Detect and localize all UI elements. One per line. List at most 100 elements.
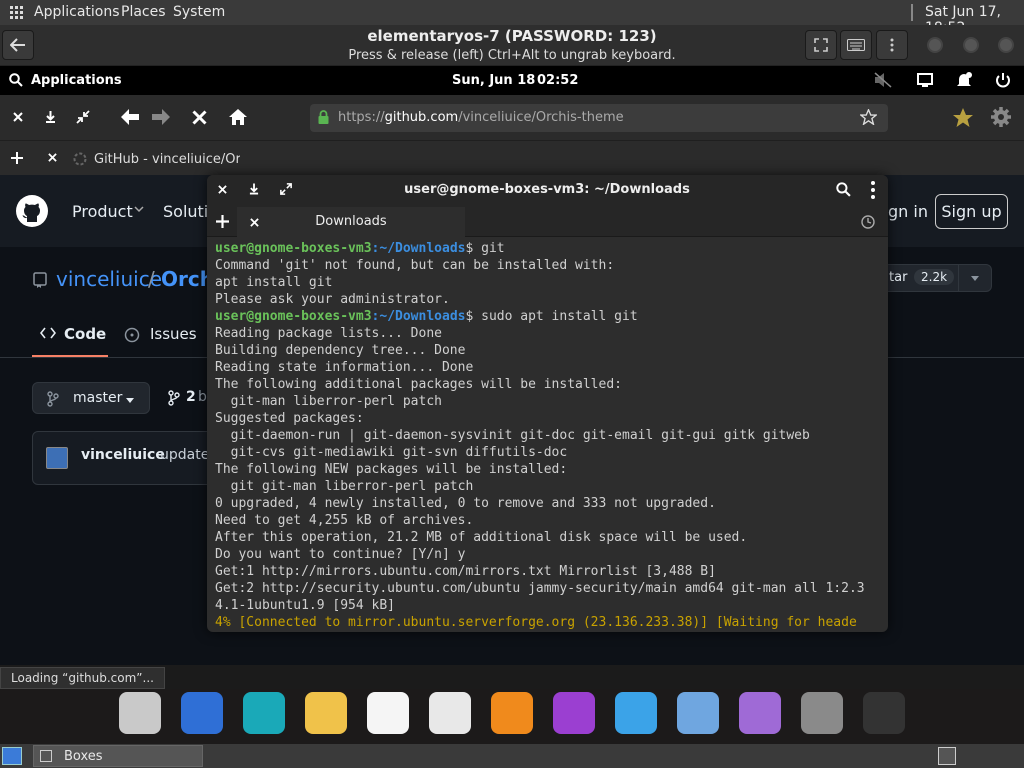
terminal-line: git-man liberror-perl patch: [215, 394, 442, 409]
notifications-icon[interactable]: [955, 71, 973, 89]
terminal-line: 4% [Connected to mirror.ubuntu.serverfor…: [215, 615, 857, 630]
close-icon[interactable]: [218, 185, 227, 194]
guest-applications-menu[interactable]: Applications: [31, 73, 122, 88]
search-icon[interactable]: [836, 182, 851, 197]
taskbar-item-boxes[interactable]: Boxes: [33, 745, 203, 767]
back-icon[interactable]: [120, 108, 140, 126]
history-icon[interactable]: [861, 215, 875, 229]
unfullscreen-icon[interactable]: [76, 110, 90, 124]
more-vertical-icon[interactable]: [871, 181, 875, 199]
dock-tasks-icon[interactable]: [367, 692, 409, 734]
dock-music-icon[interactable]: [491, 692, 533, 734]
minimize-button[interactable]: [927, 37, 943, 53]
dock-photos-icon[interactable]: [615, 692, 657, 734]
dock-videos-icon[interactable]: [553, 692, 595, 734]
dock-files-icon[interactable]: [119, 692, 161, 734]
prompt-path: :~/Downloads: [371, 309, 466, 324]
dock-settings-icon[interactable]: [677, 692, 719, 734]
sign-in-link[interactable]: gn in: [888, 202, 928, 221]
maximize-button[interactable]: [963, 37, 979, 53]
url-path: /vinceliuice/Orchis-theme: [458, 110, 624, 125]
code-icon: [40, 327, 56, 339]
download-icon[interactable]: [249, 183, 259, 195]
terminal-line: Need to get 4,255 kB of archives.: [215, 513, 474, 528]
taskbar-item-label: Boxes: [64, 749, 103, 764]
url-host: github.com: [384, 110, 459, 125]
download-icon[interactable]: [45, 111, 56, 123]
display-icon[interactable]: [917, 73, 933, 87]
terminal-tab[interactable]: Downloads: [237, 207, 465, 237]
tab-code[interactable]: Code: [32, 317, 108, 357]
dock-web-browser-icon[interactable]: [243, 692, 285, 734]
host-menu-applications[interactable]: Applications: [34, 4, 120, 20]
close-window-button[interactable]: [998, 37, 1014, 53]
home-icon[interactable]: [228, 108, 248, 126]
settings-gear-icon[interactable]: [990, 106, 1012, 128]
sound-muted-icon[interactable]: [874, 72, 892, 88]
boxes-headerbar: elementaryos-7 (PASSWORD: 123) Press & r…: [0, 25, 1024, 66]
commit-message[interactable]: update: [160, 447, 209, 463]
guest-date[interactable]: Sun, Jun 18: [452, 73, 535, 88]
close-icon[interactable]: [13, 112, 23, 122]
nav-solutions[interactable]: Soluti: [163, 202, 208, 221]
new-tab-icon[interactable]: [216, 215, 229, 228]
apps-grid-icon[interactable]: [10, 6, 23, 19]
dock-calendar-icon[interactable]: [429, 692, 471, 734]
host-menu-places[interactable]: Places: [121, 4, 166, 20]
tab-issues[interactable]: Issues: [120, 317, 210, 357]
stop-icon[interactable]: [192, 110, 207, 125]
guest-time[interactable]: 02:52: [537, 73, 578, 88]
github-logo-icon[interactable]: [16, 195, 48, 227]
host-menu-system[interactable]: System: [173, 4, 225, 20]
sign-up-button[interactable]: Sign up: [935, 194, 1008, 229]
dock-multitasking-icon[interactable]: [181, 692, 223, 734]
browser-tab[interactable]: GitHub - vinceliuice/Orchi: [40, 143, 240, 175]
commit-author[interactable]: vinceliuice: [81, 447, 165, 463]
search-icon[interactable]: [9, 73, 23, 87]
star-button[interactable]: tar 2.2k: [880, 264, 992, 292]
fullscreen-icon: [814, 38, 828, 52]
close-tab-icon[interactable]: [48, 153, 57, 162]
dock-mail-icon[interactable]: [305, 692, 347, 734]
branches-label[interactable]: b: [198, 389, 207, 405]
issue-icon: [124, 327, 140, 343]
repo-owner-link[interactable]: vinceliuice: [56, 267, 162, 291]
power-icon[interactable]: [995, 72, 1011, 88]
branch-name: master: [73, 390, 123, 406]
bookmark-star-icon[interactable]: [860, 109, 877, 125]
avatar[interactable]: [46, 447, 68, 469]
fullscreen-button[interactable]: [805, 30, 837, 60]
dock: [0, 689, 1024, 744]
bookmarks-star-icon[interactable]: [952, 107, 974, 128]
arrow-left-icon: [10, 38, 25, 52]
tab-issues-label: Issues: [150, 325, 197, 343]
new-tab-icon[interactable]: [11, 152, 23, 164]
terminal-line: Do you want to continue? [Y/n] y: [215, 547, 466, 562]
terminal-line: Building dependency tree... Done: [215, 343, 466, 358]
star-label: tar: [889, 270, 908, 285]
separator: [958, 265, 959, 291]
loading-status: Loading “github.com”...: [0, 667, 165, 689]
caret-down-icon[interactable]: [971, 276, 979, 281]
terminal-output[interactable]: user@gnome-boxes-vm3:~/Downloads$ git Com…: [215, 240, 885, 631]
terminal-title: user@gnome-boxes-vm3: ~/Downloads: [404, 182, 690, 197]
dock-trash-icon[interactable]: [801, 692, 843, 734]
dock-appcenter-icon[interactable]: [739, 692, 781, 734]
branch-select[interactable]: master: [32, 382, 150, 414]
keyboard-button[interactable]: [840, 30, 872, 60]
workspace-switcher[interactable]: [938, 747, 956, 765]
loading-spinner-icon: [73, 152, 87, 166]
more-vertical-icon: [890, 38, 894, 52]
forward-icon[interactable]: [151, 108, 171, 126]
show-desktop-icon[interactable]: [2, 747, 22, 765]
branches-count[interactable]: 2: [186, 389, 196, 405]
maximize-icon[interactable]: [280, 183, 292, 195]
dock-terminal-icon[interactable]: [863, 692, 905, 734]
back-button[interactable]: [2, 30, 34, 60]
menu-button[interactable]: [876, 30, 908, 60]
star-count: 2.2k: [914, 269, 955, 285]
nav-product[interactable]: Product: [72, 202, 133, 221]
terminal-tabbar: Downloads: [207, 205, 888, 237]
url-bar[interactable]: https://github.com/vinceliuice/Orchis-th…: [310, 104, 888, 132]
terminal-line: Reading state information... Done: [215, 360, 474, 375]
